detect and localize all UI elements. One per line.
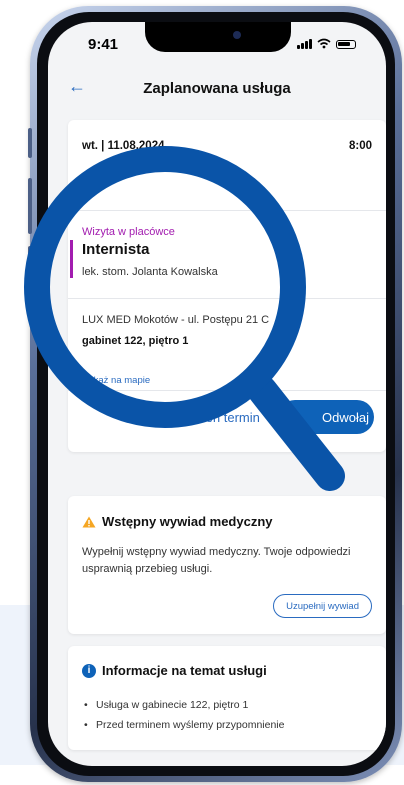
map-link[interactable]: Pokaż na mapie [82,375,150,386]
room-info: gabinet 122, piętro 1 [82,335,189,347]
phone-notch [145,22,291,52]
fill-survey-button[interactable]: Uzupełnij wywiad [273,594,372,618]
survey-card: Wstępny wywiad medyczny Wypełnij wstępny… [68,496,386,634]
doctor-name: lek. stom. Jolanta Kowalska [82,266,218,278]
info-list: Usługa w gabinecie 122, piętro 1 Przed t… [82,695,284,735]
status-icons [297,38,356,49]
wifi-icon [317,38,331,49]
info-card: i Informacje na temat usługi Usługa w ga… [68,646,386,750]
phone-screen: 9:41 ← Zaplanowana usługa wt. | 11.08.20… [48,22,386,766]
signal-icon [297,39,312,49]
info-item: Usługa w gabinecie 122, piętro 1 [82,695,284,715]
info-title: Informacje na temat usługi [102,663,267,678]
phone-silent-switch [28,128,32,158]
change-date-button[interactable]: Zmień termin [184,410,260,425]
phone-volume-up [28,178,32,234]
visit-type: Wizyta w placówce [82,226,175,238]
survey-title: Wstępny wywiad medyczny [102,514,273,529]
phone-volume-down [28,246,32,302]
specialty: Internista [82,241,150,258]
info-icon: i [82,664,96,678]
divider [68,298,386,299]
page-title: Zaplanowana usługa [143,80,291,97]
cancel-button[interactable]: Odwołaj [278,400,374,434]
battery-icon [336,40,356,49]
divider [68,210,386,211]
camera-icon [233,31,241,39]
clinic-address: LUX MED Mokotów - ul. Postępu 21 C [82,314,270,326]
info-item: Przed terminem wyślemy przypomnienie [82,715,284,735]
survey-description: Wypełnij wstępny wywiad medyczny. Twoje … [82,546,351,575]
appointment-time: 8:00 [348,140,372,152]
status-time: 9:41 [88,36,119,53]
visit-accent-bar [70,240,73,278]
warning-icon [82,516,96,528]
divider [68,390,386,391]
appointment-card: wt. | 11.08.2024 8:00 Wizyta w placówce … [68,120,386,452]
appointment-date: wt. | 11.08.2024 [82,140,165,152]
